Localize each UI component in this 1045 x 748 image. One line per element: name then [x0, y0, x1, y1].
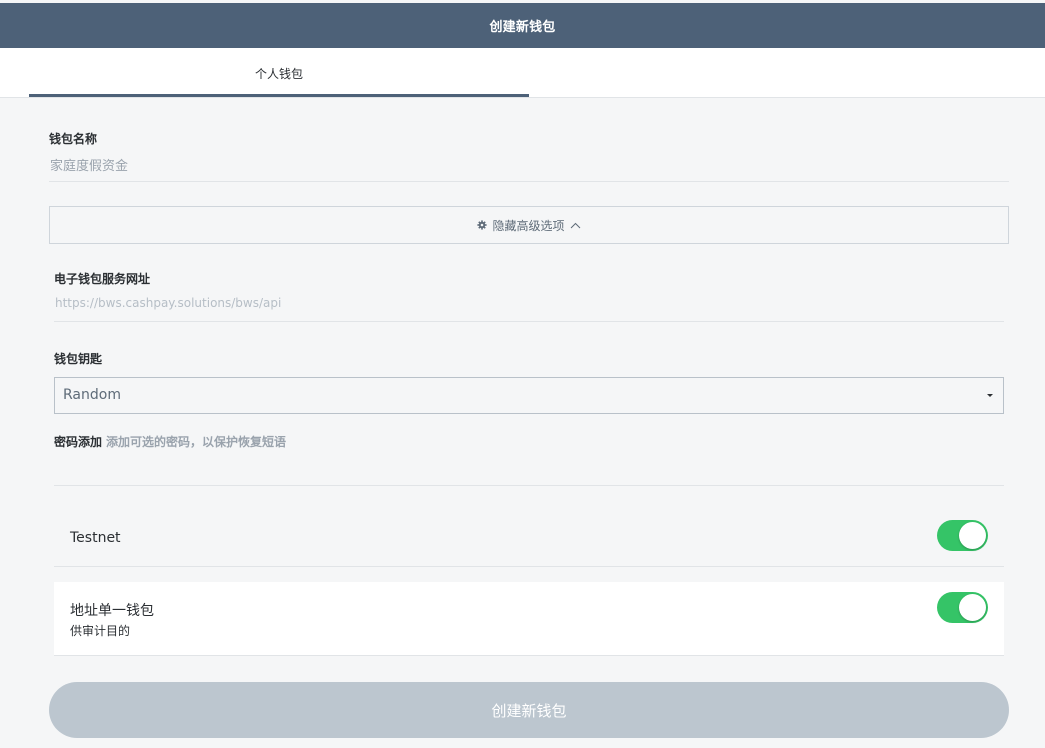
wallet-key-selected-value: Random	[63, 387, 121, 403]
wallet-name-input[interactable]: 家庭度假资金	[50, 155, 128, 174]
wallet-name-label: 钱包名称	[49, 132, 98, 146]
divider	[54, 566, 1004, 567]
toggle-knob	[959, 522, 986, 549]
active-tab-indicator	[29, 94, 529, 97]
password-row[interactable]: 密码添加 添加可选的密码，以保护恢复短语	[54, 433, 286, 450]
testnet-row: Testnet	[54, 508, 1004, 566]
wallet-service-input[interactable]: https://bws.cashpay.solutions/bws/api	[55, 296, 281, 310]
advanced-options-toggle[interactable]: 隐藏高级选项	[49, 206, 1009, 244]
wallet-service-label: 电子钱包服务网址	[54, 272, 151, 286]
header-bar: 创建新钱包	[0, 0, 1045, 48]
tab-bar: 个人钱包	[0, 48, 1045, 98]
password-label: 密码添加	[54, 435, 103, 449]
single-address-toggle[interactable]	[937, 592, 988, 623]
tab-personal-wallet[interactable]: 个人钱包	[29, 48, 529, 98]
wallet-key-select[interactable]: Random	[54, 377, 1004, 414]
testnet-toggle[interactable]	[937, 520, 988, 551]
create-wallet-button[interactable]: 创建新钱包	[49, 682, 1009, 738]
single-address-sublabel: 供审计目的	[70, 624, 131, 638]
divider	[54, 485, 1004, 486]
page-title: 创建新钱包	[489, 20, 556, 35]
toggle-knob	[959, 594, 986, 621]
advanced-options-label: 隐藏高级选项	[492, 218, 565, 233]
divider	[54, 321, 1004, 322]
single-address-row: 地址单一钱包 供审计目的	[54, 582, 1004, 656]
caret-down-icon	[987, 394, 993, 397]
password-description: 添加可选的密码，以保护恢复短语	[106, 435, 287, 449]
divider	[49, 181, 1009, 182]
single-address-label: 地址单一钱包	[70, 603, 154, 619]
testnet-label: Testnet	[70, 530, 121, 546]
gear-icon	[477, 220, 488, 230]
wallet-key-label: 钱包钥匙	[54, 352, 103, 366]
chevron-up-icon	[570, 222, 581, 229]
